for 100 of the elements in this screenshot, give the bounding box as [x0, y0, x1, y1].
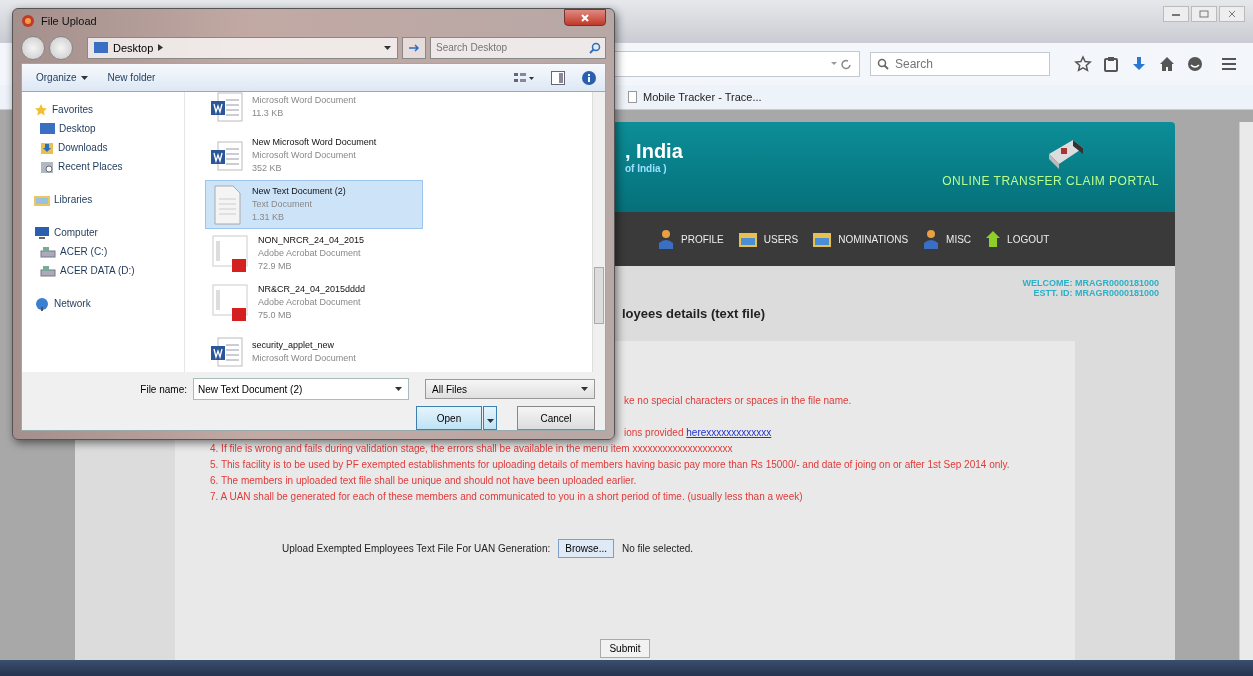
- search-field[interactable]: Search Desktop: [430, 36, 606, 59]
- upload-label: Upload Exempted Employees Text File For UAN Generation:: [282, 543, 551, 554]
- instruction-text: 6. The members in uploaded text file shall be unique and should not have been uploaded earlier.: [210, 474, 638, 488]
- menu-icon[interactable]: [1220, 55, 1238, 73]
- file-item[interactable]: NR&CR_24_04_2015dddd Adobe Acrobat Document 75.0 MB: [205, 278, 423, 327]
- arrow-icon: [408, 44, 420, 53]
- caret-icon: [80, 75, 88, 80]
- view-options-icon[interactable]: [513, 70, 535, 85]
- word-document-icon: [210, 336, 244, 367]
- file-name: NON_NRCR_24_04_2015: [258, 234, 365, 247]
- preview-pane-icon[interactable]: [551, 70, 565, 85]
- file-item[interactable]: New Microsoft Word Document Microsoft Word Document 352 KB: [205, 131, 423, 180]
- file-item[interactable]: NON_NRCR_24_04_2015 Adobe Acrobat Document 72.9 MB: [205, 229, 423, 278]
- file-name-field[interactable]: New Text Document (2): [193, 378, 409, 400]
- nav-link[interactable]: LOGOUT: [985, 230, 1050, 248]
- file-size: 352 KB: [252, 162, 283, 175]
- file-name: New Microsoft Word Document: [252, 136, 377, 149]
- back-button[interactable]: [21, 35, 45, 60]
- nav-pane-item[interactable]: Desktop: [34, 119, 184, 138]
- desktop-icon: [40, 123, 55, 134]
- scrollbar[interactable]: [592, 92, 605, 372]
- open-options-button[interactable]: [483, 406, 497, 430]
- network-icon: [34, 296, 50, 311]
- maximize-icon: [1199, 10, 1209, 18]
- nav-link[interactable]: PROFILE: [657, 229, 724, 249]
- close-button[interactable]: [1219, 6, 1245, 22]
- pdf-document-icon: [210, 283, 250, 322]
- nav-pane-item[interactable]: Libraries: [34, 190, 184, 209]
- search-icon: [877, 58, 889, 70]
- search-icon: [589, 41, 601, 54]
- submit-button[interactable]: Submit: [600, 639, 650, 658]
- instruction-text: 5. This facility is to be used by PF exempted establishments for uploading details of members having basic pay more than Rs 15000/- and date of joing on or after 1st Sep 2014 only.: [210, 458, 1011, 472]
- refresh-button[interactable]: [402, 36, 426, 59]
- page-heading: loyees details (text file): [622, 306, 766, 321]
- file-size: 75.0 MB: [258, 309, 293, 322]
- help-icon[interactable]: [581, 69, 597, 86]
- home-icon[interactable]: [1158, 55, 1176, 73]
- file-type-dropdown[interactable]: All Files: [425, 379, 595, 399]
- nav-pane-item[interactable]: ACER DATA (D:): [34, 261, 184, 280]
- site-title: , India: [625, 140, 683, 163]
- file-type: Microsoft Word Document: [252, 93, 356, 107]
- nav-pane-item[interactable]: Recent Places: [34, 157, 184, 176]
- smiley-icon[interactable]: [1186, 55, 1204, 73]
- nav-pane-item[interactable]: Favorites: [34, 100, 184, 119]
- nav-link[interactable]: USERS: [737, 230, 799, 248]
- clipboard-icon[interactable]: [1102, 55, 1120, 73]
- site-subtitle: of India ): [625, 163, 668, 174]
- library-icon: [34, 193, 50, 206]
- scrollbar[interactable]: [1239, 122, 1253, 660]
- nav-pane-item[interactable]: Network: [34, 294, 184, 313]
- organize-menu[interactable]: Organize: [30, 70, 94, 85]
- close-icon: [580, 13, 590, 22]
- file-name-label: File name:: [140, 383, 187, 395]
- close-icon: [1227, 10, 1237, 18]
- file-type: Adobe Acrobat Document: [258, 247, 362, 260]
- desktop-icon: [94, 42, 108, 54]
- new-folder-button[interactable]: New folder: [101, 70, 162, 85]
- close-button[interactable]: [564, 9, 606, 26]
- open-button[interactable]: Open: [416, 406, 482, 430]
- nav-pane-item[interactable]: Computer: [34, 223, 184, 242]
- minimize-button[interactable]: [1163, 6, 1189, 22]
- page-icon: [628, 91, 637, 103]
- file-name: New Text Document (2): [252, 185, 346, 198]
- file-size: 1.31 KB: [252, 211, 286, 224]
- browse-button[interactable]: Browse...: [558, 539, 614, 558]
- file-item[interactable]: Microsoft Word Document 11.3 KB: [205, 82, 423, 131]
- forward-button[interactable]: [49, 35, 73, 60]
- caret-icon: [486, 418, 494, 423]
- chevron-icon: [158, 44, 164, 52]
- caret-icon: [395, 387, 402, 391]
- file-type: Adobe Acrobat Document: [258, 296, 362, 309]
- reload-icon[interactable]: [829, 58, 853, 70]
- nav-link[interactable]: NOMINATIONS: [812, 230, 909, 248]
- file-type: Text Document: [252, 198, 314, 211]
- search-field[interactable]: Search: [870, 52, 1050, 76]
- caret-icon: [581, 387, 588, 391]
- file-item[interactable]: security_applet_new Microsoft Word Document: [205, 327, 423, 372]
- help-link[interactable]: herexxxxxxxxxxxxx: [686, 427, 772, 438]
- cancel-button[interactable]: Cancel: [517, 406, 595, 430]
- dialog-title: File Upload: [41, 14, 97, 27]
- file-type: Microsoft Word Document: [252, 351, 356, 365]
- file-item[interactable]: New Text Document (2) Text Document 1.31 KB: [205, 180, 423, 229]
- welcome-text: WELCOME: MRAGR0000181000: [1022, 278, 1159, 288]
- nav-pane-item[interactable]: ACER (C:): [34, 242, 184, 261]
- bookmark-link[interactable]: Mobile Tracker - Trace...: [628, 91, 762, 103]
- file-name: security_applet_new: [252, 338, 336, 352]
- word-document-icon: [210, 140, 244, 171]
- instruction-text: 4. If file is wrong and fails during validation stage, the errors shall be available in the menu item xxxxxxxxxxxxxxxxxxxx: [210, 442, 734, 456]
- breadcrumb-field[interactable]: Desktop: [87, 36, 398, 59]
- person-icon: [922, 229, 941, 249]
- instruction-text: 7. A UAN shall be generated for each of these members and communicated to you in a short period of time. (usually less than a week): [210, 490, 804, 504]
- star-icon: [34, 102, 48, 117]
- star-icon[interactable]: [1074, 55, 1092, 73]
- scrollbar-thumb[interactable]: [594, 267, 604, 324]
- establishment-id: ESTT. ID: MRAGR0000181000: [1033, 288, 1159, 298]
- drive-icon: [40, 245, 56, 258]
- app-icon: [21, 13, 35, 28]
- nav-link[interactable]: MISC: [922, 229, 972, 249]
- nav-pane-item[interactable]: Downloads: [34, 138, 184, 157]
- file-size: 72.9 MB: [258, 260, 293, 273]
